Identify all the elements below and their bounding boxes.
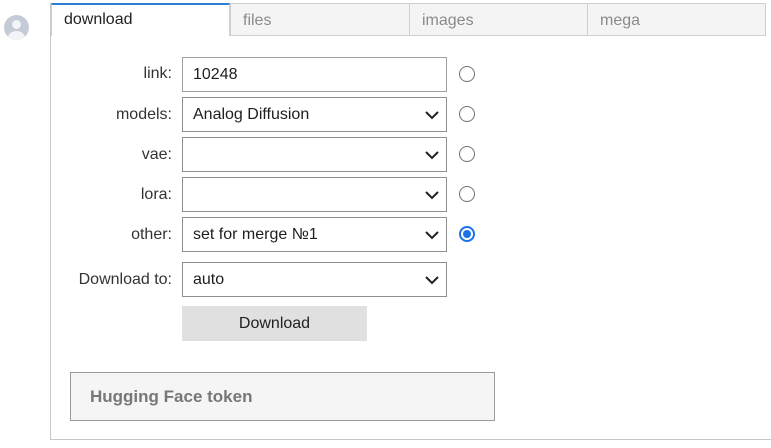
download-to-select[interactable]: auto — [182, 262, 447, 297]
tab-bar: download files images mega — [51, 3, 771, 36]
chevron-down-icon — [425, 276, 439, 285]
avatar-icon[interactable] — [4, 15, 29, 40]
tab-mega[interactable]: mega — [587, 3, 766, 36]
other-radio[interactable] — [459, 226, 475, 242]
vae-label: vae: — [141, 146, 172, 163]
vae-radio[interactable] — [459, 146, 475, 162]
tab-download[interactable]: download — [51, 3, 230, 36]
avatar-head — [12, 20, 21, 29]
other-label: other: — [131, 226, 172, 243]
chevron-down-icon — [425, 191, 439, 200]
hugging-face-token-label: Hugging Face token — [90, 387, 253, 406]
hugging-face-token-field[interactable]: Hugging Face token — [70, 372, 495, 421]
vae-select[interactable] — [182, 137, 447, 172]
link-input-value: 10248 — [193, 66, 238, 83]
models-label: models: — [115, 106, 172, 123]
link-input[interactable]: 10248 — [182, 57, 447, 92]
tab-images[interactable]: images — [409, 3, 588, 36]
chevron-down-icon — [425, 151, 439, 160]
lora-radio[interactable] — [459, 186, 475, 202]
lora-label: lora: — [140, 186, 172, 203]
lora-select[interactable] — [182, 177, 447, 212]
chevron-down-icon — [425, 111, 439, 120]
avatar-body — [8, 31, 25, 40]
models-select[interactable]: Analog Diffusion — [182, 97, 447, 132]
link-label: link: — [143, 65, 172, 82]
download-to-select-value: auto — [193, 271, 225, 288]
models-radio[interactable] — [459, 106, 475, 122]
link-radio[interactable] — [459, 66, 475, 82]
models-select-value: Analog Diffusion — [193, 106, 310, 123]
download-button[interactable]: Download — [182, 306, 367, 341]
download-to-label: Download to: — [78, 271, 172, 288]
other-select-value: set for merge №1 — [193, 226, 318, 243]
chevron-down-icon — [425, 231, 439, 240]
other-select[interactable]: set for merge №1 — [182, 217, 447, 252]
tab-files[interactable]: files — [230, 3, 410, 36]
